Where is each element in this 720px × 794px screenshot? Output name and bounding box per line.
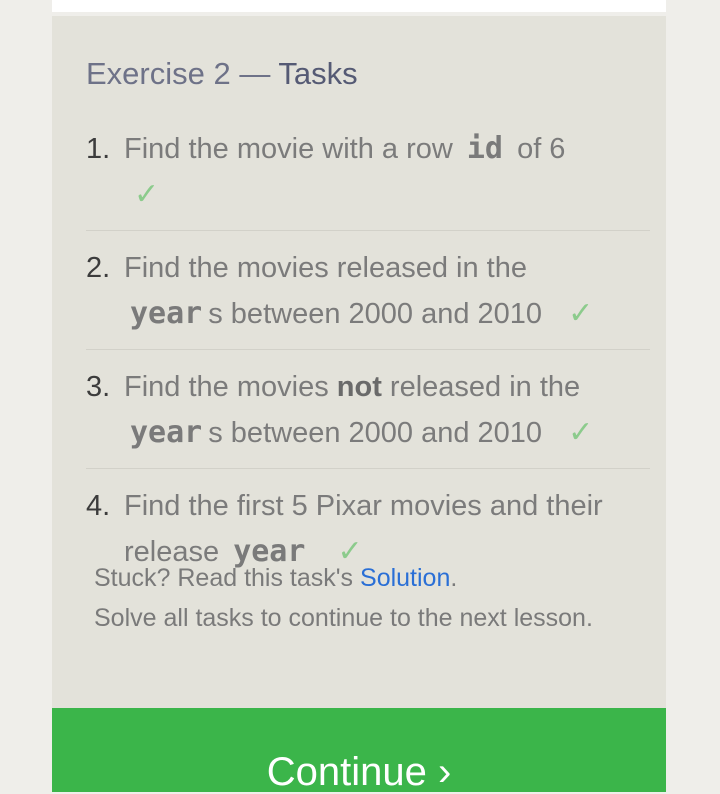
task-number: 3. [86, 371, 111, 403]
task-text: Find the first 5 Pixar movies and their … [124, 490, 603, 568]
help-note: Stuck? Read this task's Solution. Solve … [94, 558, 614, 638]
continue-button[interactable]: Continue › [52, 708, 666, 792]
exercise-title: Exercise 2 — Tasks [86, 54, 358, 94]
task-text-after: s between 2000 and 2010 [208, 417, 543, 449]
task-emphasis-not: not [336, 371, 382, 403]
task-text-after: s between 2000 and 2010 [208, 298, 543, 330]
exercise-title-prefix: Exercise 2 [86, 56, 231, 91]
continue-button-content: Continue › [52, 752, 666, 792]
check-icon: ✓ [134, 178, 160, 211]
task-text-mid: released in the [389, 371, 581, 403]
task-text: Find the movie with a row [124, 133, 453, 165]
task-text: Find the movies [124, 371, 329, 403]
exercise-title-dash: — [239, 56, 271, 91]
check-icon: ✓ [568, 416, 594, 449]
stuck-text: Stuck? Read this task's [94, 564, 354, 592]
task-list: 1. Find the movie with a row id of 6 ✓ 2… [86, 126, 650, 575]
task-code-year: year [130, 415, 203, 450]
task-code-year: year [130, 296, 203, 331]
task-text-after: of 6 [517, 133, 566, 165]
task-item-2: 2. Find the movies released in the year s… [86, 245, 650, 350]
exercise-panel: Exercise 2 — Tasks 1. Find the movie wit… [52, 16, 666, 708]
stuck-period: . [450, 564, 458, 592]
task-number: 4. [86, 490, 111, 522]
continue-note: Solve all tasks to continue to the next … [94, 604, 593, 632]
task-number: 1. [86, 133, 111, 165]
task-number: 2. [86, 252, 111, 284]
task-item-1: 1. Find the movie with a row id of 6 ✓ [86, 126, 650, 231]
exercise-title-suffix: Tasks [278, 56, 358, 91]
chevron-right-icon: › [437, 750, 452, 794]
continue-label: Continue [266, 750, 427, 794]
previous-card-edge [52, 0, 666, 12]
solution-link[interactable]: Solution [360, 564, 450, 592]
task-code-id: id [466, 131, 503, 166]
task-text: Find the movies released in the [124, 252, 527, 284]
check-icon: ✓ [568, 297, 594, 330]
task-item-3: 3. Find the movies not released in the y… [86, 364, 650, 469]
